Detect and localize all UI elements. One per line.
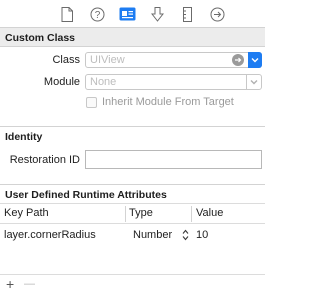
size-inspector-icon[interactable] [178, 5, 196, 23]
remove-attribute-button[interactable]: — [24, 277, 35, 291]
column-header-value[interactable]: Value [196, 207, 223, 219]
chevron-down-icon [251, 58, 259, 63]
restoration-id-field[interactable] [85, 150, 262, 169]
table-bottom-divider [0, 274, 265, 275]
module-input[interactable]: None [90, 75, 116, 89]
class-input[interactable]: UIView [90, 53, 125, 67]
module-combo-box[interactable]: None [85, 74, 262, 90]
stepper-icon[interactable] [182, 229, 189, 244]
connections-inspector-icon[interactable] [208, 5, 226, 23]
table-header-divider [0, 223, 265, 224]
module-dropdown-button[interactable] [246, 75, 261, 89]
inherit-module-checkbox[interactable] [86, 97, 97, 108]
go-to-class-arrow-icon[interactable] [232, 54, 244, 66]
table-top-divider [0, 203, 265, 204]
inherit-module-label: Inherit Module From Target [102, 96, 234, 108]
file-inspector-icon[interactable] [58, 5, 76, 23]
runtime-attributes-header: User Defined Runtime Attributes [0, 184, 265, 204]
attributes-inspector-icon[interactable] [148, 5, 166, 23]
value-cell[interactable]: 10 [196, 229, 208, 241]
custom-class-header: Custom Class [0, 27, 265, 47]
module-label: Module [43, 76, 80, 88]
svg-text:?: ? [94, 10, 100, 21]
add-attribute-button[interactable]: + [6, 277, 14, 291]
column-header-key-path[interactable]: Key Path [4, 207, 49, 219]
identity-inspector-icon[interactable] [118, 5, 136, 23]
class-combo-box[interactable]: UIView [85, 52, 262, 68]
class-dropdown-button[interactable] [248, 52, 262, 68]
restoration-id-label: Restoration ID [9, 154, 80, 166]
identity-header: Identity [0, 126, 265, 146]
key-path-cell[interactable]: layer.cornerRadius [4, 229, 96, 241]
column-divider [125, 206, 126, 222]
inspector-tab-bar: ? [0, 0, 265, 27]
quick-help-icon[interactable]: ? [88, 5, 106, 23]
type-cell[interactable]: Number [133, 229, 172, 241]
column-header-type[interactable]: Type [129, 207, 153, 219]
chevron-down-icon [250, 80, 258, 85]
class-label: Class [52, 54, 80, 66]
column-divider [191, 206, 192, 222]
